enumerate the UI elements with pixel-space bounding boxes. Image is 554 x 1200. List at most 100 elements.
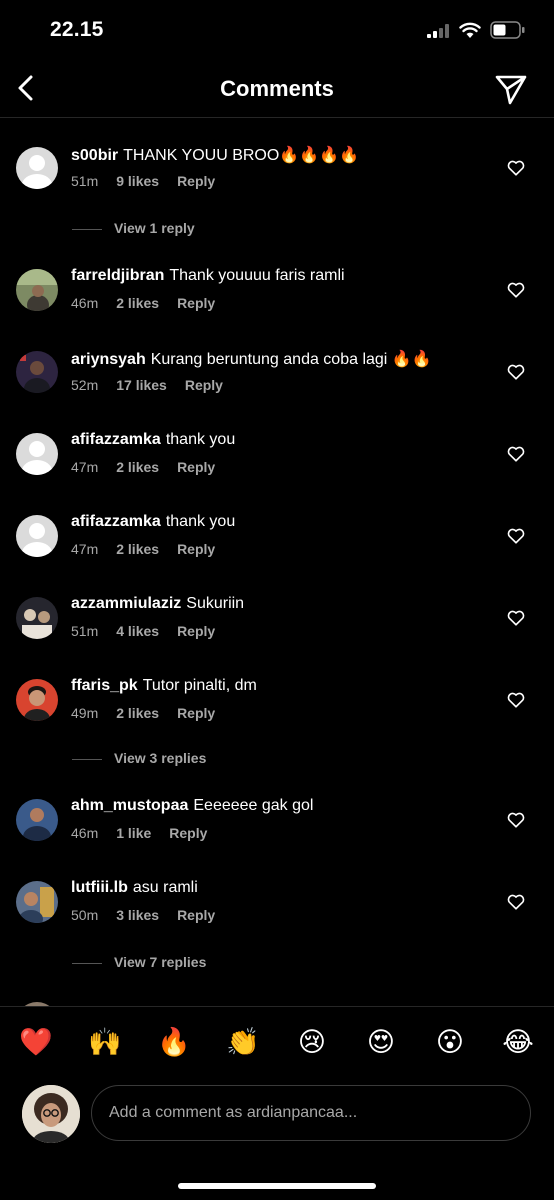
comment-text: Tutor pinalti, dm — [142, 677, 257, 694]
emoji-crying-button[interactable]: 😢 — [292, 1022, 332, 1062]
comment-input-placeholder: Add a comment as ardianpancaa... — [109, 1104, 358, 1121]
current-user-avatar — [22, 1085, 80, 1143]
like-heart-icon[interactable] — [507, 527, 525, 545]
comment-age: 51m — [71, 623, 99, 639]
battery-icon — [490, 21, 525, 39]
status-bar: 22.15 — [0, 0, 554, 60]
reply-button[interactable]: Reply — [177, 459, 215, 475]
comment-username[interactable]: afifazzamka — [71, 513, 161, 530]
avatar[interactable] — [16, 147, 58, 189]
comment-item: ariynsyah Kurang beruntung anda coba lagi… — [0, 351, 554, 431]
comment-item: farreldjibran Thank youuuu faris ramli 46… — [0, 267, 554, 349]
comment-age: 50m — [71, 907, 99, 923]
comment-likes[interactable]: 3 likes — [116, 907, 159, 923]
avatar[interactable] — [16, 351, 58, 393]
comment-likes[interactable]: 2 likes — [116, 459, 159, 475]
comment-age: 46m — [71, 295, 99, 311]
send-icon[interactable] — [494, 72, 528, 106]
comment-age: 47m — [71, 459, 99, 475]
comment-input[interactable]: Add a comment as ardianpancaa... — [91, 1085, 531, 1141]
reply-button[interactable]: Reply — [169, 825, 207, 841]
like-heart-icon[interactable] — [507, 893, 525, 911]
comment-item: ahm_mustopaa Eeeeeee gak gol 46m 1 like Rep… — [0, 797, 554, 879]
avatar[interactable] — [16, 799, 58, 841]
reply-button[interactable]: Reply — [177, 173, 215, 189]
emoji-heart-button[interactable]: ❤️ — [16, 1022, 56, 1062]
emoji-raised-hands-button[interactable]: 🙌 — [85, 1022, 125, 1062]
view-replies-button[interactable]: View 3 replies — [72, 750, 206, 770]
comment-likes[interactable]: 2 likes — [116, 295, 159, 311]
comment-likes[interactable]: 4 likes — [116, 623, 159, 639]
like-heart-icon[interactable] — [507, 445, 525, 463]
emoji-heart-eyes-button[interactable]: 😍 — [361, 1022, 401, 1062]
comment-username[interactable]: azzammiulaziz — [71, 595, 181, 612]
avatar[interactable] — [16, 515, 58, 557]
cellular-signal-icon — [427, 24, 449, 38]
like-heart-icon[interactable] — [507, 363, 525, 381]
avatar[interactable] — [16, 881, 58, 923]
view-replies-line — [72, 228, 102, 230]
like-heart-icon[interactable] — [507, 811, 525, 829]
status-time: 22.15 — [50, 18, 104, 41]
comment-username[interactable]: afifazzamka — [71, 431, 161, 448]
composer-divider — [0, 1006, 554, 1007]
avatar[interactable] — [16, 597, 58, 639]
comment-text: asu ramli — [132, 879, 198, 896]
comment-username[interactable]: ariynsyah — [71, 351, 146, 368]
comment-item: afifazzamka thank you 47m 2 likes Reply — [0, 431, 554, 513]
view-replies-label: View 7 replies — [114, 954, 207, 970]
like-heart-icon[interactable] — [507, 609, 525, 627]
comment-likes[interactable]: 9 likes — [116, 173, 159, 189]
comment-likes[interactable]: 17 likes — [116, 377, 167, 393]
view-replies-line — [72, 962, 102, 964]
comment-item: afifazzamka thank you 47m 2 likes Reply — [0, 513, 554, 595]
comment-likes[interactable]: 2 likes — [116, 705, 159, 721]
like-heart-icon[interactable] — [507, 281, 525, 299]
comment-text: THANK YOUU BROO🔥🔥🔥🔥 — [123, 147, 359, 164]
comment-text: thank you — [165, 513, 236, 530]
comment-age: 49m — [71, 705, 99, 721]
comment-likes[interactable]: 2 likes — [116, 541, 159, 557]
like-heart-icon[interactable] — [507, 159, 525, 177]
avatar[interactable] — [16, 269, 58, 311]
reply-button[interactable]: Reply — [185, 377, 223, 393]
view-replies-label: View 3 replies — [114, 750, 207, 766]
comment-likes[interactable]: 1 like — [116, 825, 151, 841]
reply-button[interactable]: Reply — [177, 705, 215, 721]
comment-username[interactable]: farreldjibran — [71, 267, 164, 284]
wifi-icon — [459, 22, 481, 38]
comment-age: 51m — [71, 173, 99, 189]
avatar[interactable] — [16, 433, 58, 475]
comment-text: thank you — [165, 431, 236, 448]
view-replies-label: View 1 reply — [114, 220, 195, 236]
comment-age: 47m — [71, 541, 99, 557]
comment-text: Kurang beruntung anda coba lagi 🔥🔥 — [150, 351, 432, 368]
reply-button[interactable]: Reply — [177, 541, 215, 557]
comment-username[interactable]: s00bir — [71, 147, 118, 164]
view-replies-button[interactable]: View 1 reply — [72, 220, 195, 240]
emoji-clap-button[interactable]: 👏 — [223, 1022, 263, 1062]
reply-button[interactable]: Reply — [177, 295, 215, 311]
emoji-laughing-button[interactable]: 😂 — [498, 1022, 538, 1062]
comment-username[interactable]: lutfiii.lb — [71, 879, 128, 896]
comment-item: lutfiii.lb asu ramli 50m 3 likes Reply — [0, 879, 554, 961]
like-heart-icon[interactable] — [507, 691, 525, 709]
comment-text: Sukuriin — [186, 595, 245, 612]
reply-button[interactable]: Reply — [177, 907, 215, 923]
comment-item: s00bir THANK YOUU BROO🔥🔥🔥🔥 51m 9 likes Repl… — [0, 147, 554, 227]
view-replies-button[interactable]: View 7 replies — [72, 954, 206, 974]
avatar[interactable] — [16, 679, 58, 721]
comment-age: 46m — [71, 825, 99, 841]
emoji-fire-button[interactable]: 🔥 — [154, 1022, 194, 1062]
page-title: Comments — [220, 76, 334, 101]
comment-text: Thank youuuu faris ramli — [169, 267, 345, 284]
comment-text: Eeeeeee gak gol — [193, 797, 314, 814]
comment-username[interactable]: ahm_mustopaa — [71, 797, 188, 814]
emoji-surprised-button[interactable]: 😮 — [430, 1022, 470, 1062]
comment-item: azzammiulaziz Sukuriin 51m 4 likes Reply — [0, 595, 554, 677]
comment-username[interactable]: ffaris_pk — [71, 677, 138, 694]
home-indicator — [178, 1183, 376, 1189]
reply-button[interactable]: Reply — [177, 623, 215, 639]
comments-list[interactable]: s00bir THANK YOUU BROO🔥🔥🔥🔥 51m 9 likes Repl… — [0, 118, 554, 1006]
comment-item: ffaris_pk Tutor pinalti, dm 49m 2 likes Rep… — [0, 677, 554, 759]
